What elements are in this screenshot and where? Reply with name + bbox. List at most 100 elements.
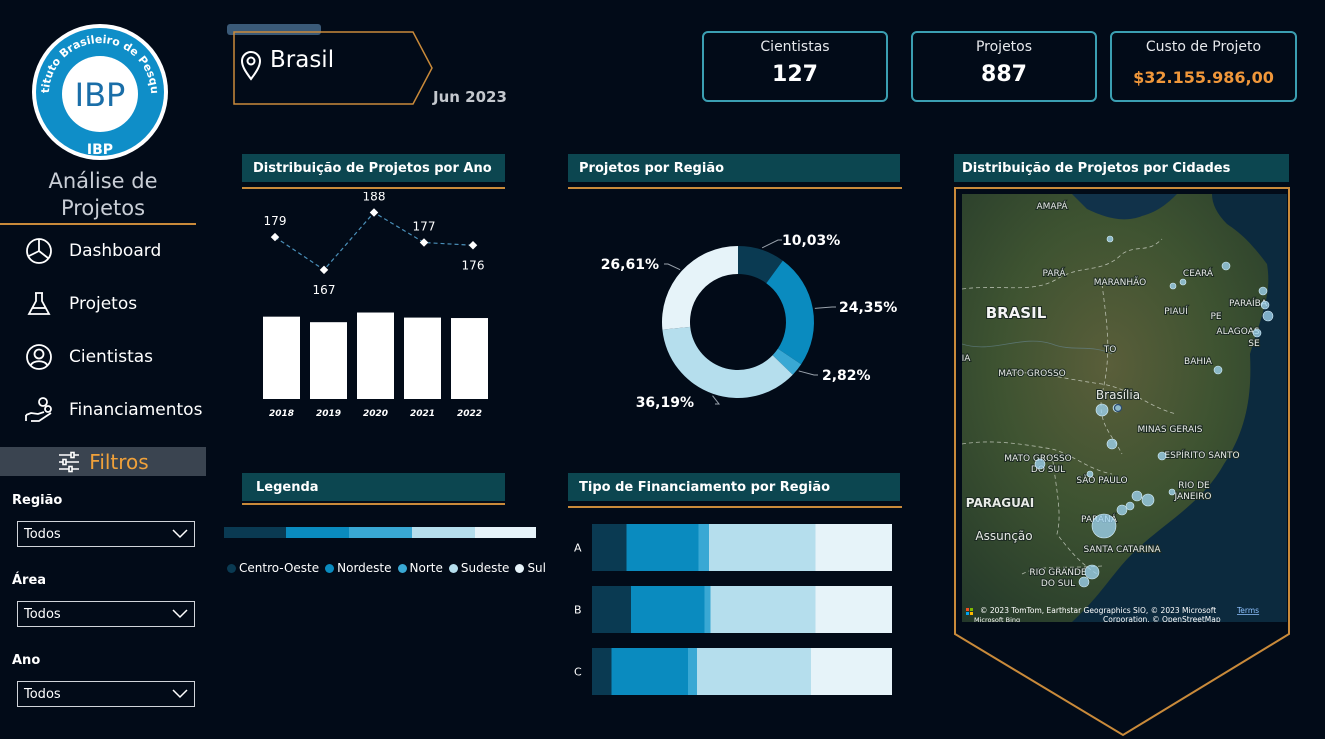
city-bubble[interactable] — [1179, 278, 1187, 286]
period-label: Jun 2023 — [433, 88, 507, 106]
line-point-2021[interactable] — [419, 238, 429, 247]
city-bubble[interactable] — [1125, 501, 1135, 511]
city-bubble[interactable] — [1258, 286, 1268, 296]
legend-item[interactable]: Centro-Oeste — [227, 561, 319, 575]
filter-select-ano[interactable]: Todos — [17, 681, 195, 707]
bar-2019[interactable] — [310, 322, 347, 399]
city-bubble[interactable] — [1168, 488, 1176, 496]
city-bubble[interactable] — [1095, 403, 1109, 417]
city-bubble[interactable] — [1086, 470, 1094, 478]
bar-segment-A-nordeste[interactable] — [626, 524, 699, 571]
bar-segment-B-sul[interactable] — [815, 586, 893, 633]
bar-segment-B-sudeste[interactable] — [710, 586, 816, 633]
bar-2018[interactable] — [263, 316, 300, 399]
map-terms-link[interactable]: Terms — [1236, 606, 1259, 615]
chevron-down-icon — [172, 609, 188, 619]
user-icon — [26, 344, 52, 370]
map-label: BAHIA — [1184, 357, 1213, 367]
donut-slice-sul[interactable] — [662, 246, 738, 330]
city-bubble[interactable] — [1252, 328, 1262, 338]
bar-segment-B-centro-oeste[interactable] — [592, 586, 631, 633]
legend-swatch — [325, 563, 335, 573]
city-bubble[interactable] — [1084, 564, 1100, 580]
filter-label-regiao: Região — [12, 493, 63, 508]
bar-segment-C-sudeste[interactable] — [697, 648, 811, 695]
city-bubble[interactable] — [1034, 458, 1046, 470]
map-brazil-cities[interactable]: AMAPÁ PARÁ MARANHÃO CEARÁ PARAÍBA BRASIL PIAUÍ… — [962, 194, 1287, 622]
y-tick-label: B — [574, 604, 582, 617]
city-bubble[interactable] — [1169, 282, 1177, 290]
legend-label: Sudeste — [460, 561, 510, 575]
bar-segment-B-norte[interactable] — [704, 586, 711, 633]
legend-strip-segment — [412, 527, 475, 538]
map-label: AMAPÁ — [1036, 200, 1068, 212]
map-label: JANEIRO — [1173, 492, 1211, 502]
legend-label: Sul — [527, 561, 546, 575]
map-label: IA — [962, 354, 971, 364]
line-point-2018[interactable] — [270, 232, 280, 242]
bar-2020[interactable] — [357, 312, 394, 399]
city-bubble[interactable] — [1116, 504, 1128, 516]
city-bubble[interactable] — [1091, 513, 1117, 539]
city-bubble[interactable] — [1131, 490, 1143, 502]
map-label: DO SUL — [1041, 579, 1075, 589]
logo-mark: IBP — [75, 76, 126, 114]
bar-segment-C-nordeste[interactable] — [611, 648, 689, 695]
sidebar-item-projetos[interactable]: Projetos — [24, 287, 204, 321]
y-tick-label: A — [574, 542, 582, 555]
legend-item[interactable]: Norte — [397, 561, 443, 575]
city-bubble[interactable] — [1106, 235, 1114, 243]
bar-segment-A-centro-oeste[interactable] — [592, 524, 627, 571]
map-label: MARANHÃO — [1094, 277, 1147, 288]
bar-segment-A-sudeste[interactable] — [709, 524, 816, 571]
city-bubble[interactable] — [1213, 365, 1223, 375]
city-bubble[interactable] — [1260, 300, 1270, 310]
map-label: Assunção — [975, 529, 1032, 543]
section-divider — [242, 503, 505, 505]
filter-select-regiao[interactable]: Todos — [17, 521, 195, 547]
bar-segment-A-norte[interactable] — [698, 524, 710, 571]
legend-color-strip — [224, 527, 536, 538]
donut-slice-nordeste[interactable] — [766, 260, 814, 365]
city-bubble[interactable] — [1141, 493, 1155, 507]
legend-label: Nordeste — [337, 561, 392, 575]
bar-segment-A-sul[interactable] — [815, 524, 893, 571]
data-label: 26,61% — [601, 257, 659, 273]
legend-item[interactable]: Sul — [515, 561, 546, 575]
bar-2021[interactable] — [404, 317, 441, 399]
donut-slice-sudeste[interactable] — [662, 326, 793, 398]
kpi-value: $32.155.986,00 — [1133, 68, 1274, 87]
line-point-2020[interactable] — [369, 208, 379, 217]
map-label: SE — [1248, 339, 1260, 349]
data-label: 179 — [264, 214, 287, 228]
sidebar-item-financiamentos[interactable]: Financiamentos — [24, 393, 204, 427]
kpi-title: Projetos — [975, 39, 1033, 55]
section-header-by-region: Projetos por Região — [568, 154, 900, 182]
bar-segment-C-centro-oeste[interactable] — [592, 648, 612, 695]
x-tick-label: 2022 — [457, 409, 482, 419]
city-bubble[interactable] — [1157, 451, 1167, 461]
sidebar-item-dashboard[interactable]: Dashboard — [24, 234, 204, 268]
line-point-2022[interactable] — [468, 241, 478, 250]
city-bubble[interactable] — [1106, 438, 1118, 450]
section-header-by-city: Distribuição de Projetos por Cidades — [954, 154, 1289, 182]
legend-strip-segment — [224, 527, 286, 538]
section-divider — [242, 187, 505, 189]
filter-select-area[interactable]: Todos — [17, 601, 195, 627]
legend-swatch — [397, 563, 407, 573]
legend-swatch — [515, 563, 525, 573]
bar-2022[interactable] — [451, 318, 488, 399]
city-bubble[interactable] — [1262, 310, 1274, 322]
x-tick-label: 2020 — [363, 409, 388, 419]
bar-segment-C-sul[interactable] — [811, 648, 892, 695]
legend-item[interactable]: Nordeste — [325, 561, 392, 575]
city-bubble[interactable] — [1221, 261, 1231, 271]
city-bubble[interactable] — [1078, 576, 1090, 588]
data-label: 36,19% — [636, 395, 694, 411]
map-label: RIO GRANDE — [1029, 568, 1087, 578]
sidebar-item-cientistas[interactable]: Cientistas — [24, 340, 204, 374]
legend-item[interactable]: Sudeste — [448, 561, 510, 575]
bar-segment-C-norte[interactable] — [688, 648, 697, 695]
data-label: 188 — [363, 192, 386, 203]
bar-segment-B-nordeste[interactable] — [631, 586, 705, 633]
